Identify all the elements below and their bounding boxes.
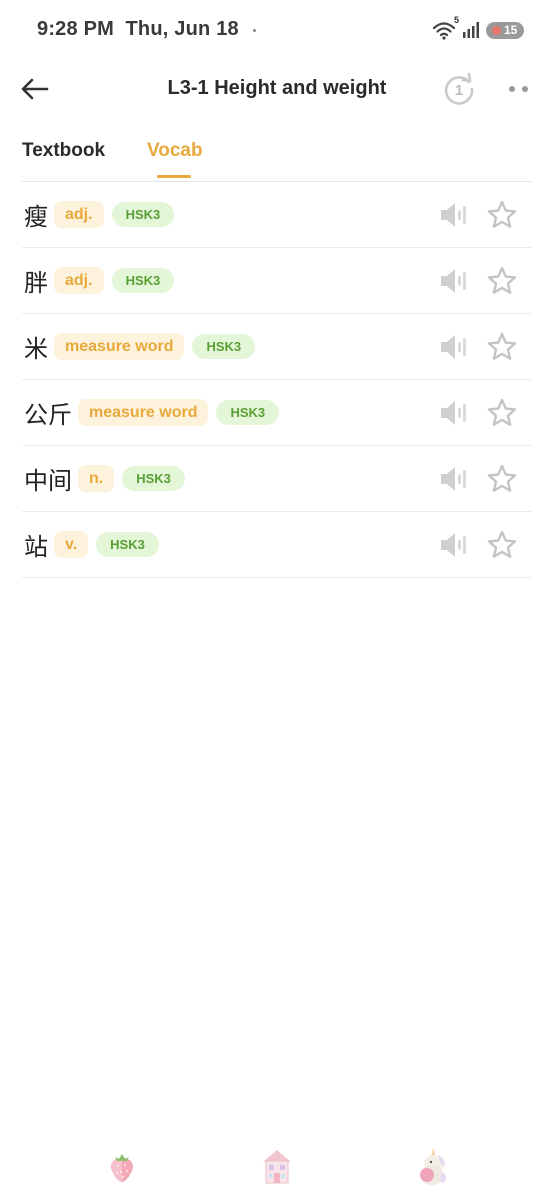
hsk-level-tag: HSK3	[192, 334, 256, 359]
vocab-row[interactable]: 瘦 adj. HSK3	[22, 182, 532, 248]
speaker-icon[interactable]	[438, 398, 472, 428]
vocab-row[interactable]: 胖 adj. HSK3	[22, 248, 532, 314]
battery-indicator: 15	[486, 21, 524, 39]
speaker-icon[interactable]	[438, 266, 472, 296]
wifi-badge: 5	[453, 15, 459, 25]
battery-saver-icon	[492, 25, 501, 35]
tab-bar: Textbook Vocab	[22, 126, 532, 182]
nav-dollhouse[interactable]	[257, 1144, 297, 1188]
replay-button[interactable]: 1	[442, 72, 476, 106]
more-dot	[521, 86, 528, 92]
part-of-speech-tag: measure word	[78, 399, 209, 426]
signal-icon	[463, 22, 479, 38]
vocab-word: 胖	[24, 269, 48, 297]
vocab-row[interactable]: 中间 n. HSK3	[22, 446, 532, 512]
tab-textbook[interactable]: Textbook	[22, 140, 105, 162]
vocab-row[interactable]: 站 v. HSK3	[22, 512, 532, 578]
vocab-word: 瘦	[24, 203, 48, 231]
notification-dot	[253, 29, 256, 32]
status-time: 9:28 PM Thu, Jun 18	[37, 18, 239, 41]
tab-vocab[interactable]: Vocab	[147, 140, 203, 162]
star-icon[interactable]	[486, 199, 518, 231]
vocab-list: 瘦 adj. HSK3 胖 adj. HSK3 米 measure word H…	[22, 182, 532, 578]
hsk-level-tag: HSK3	[111, 268, 175, 293]
hsk-level-tag: HSK3	[216, 400, 280, 425]
more-button[interactable]	[500, 78, 536, 100]
replay-count: 1	[455, 82, 463, 99]
star-icon[interactable]	[486, 265, 518, 297]
status-icons: 5 15	[432, 15, 524, 41]
bottom-nav	[0, 1138, 554, 1200]
replay-icon: 1	[444, 72, 474, 105]
hsk-level-tag: HSK3	[96, 532, 159, 557]
part-of-speech-tag: adj.	[54, 267, 104, 294]
speaker-icon[interactable]	[438, 200, 472, 230]
dollhouse-icon	[263, 1150, 291, 1184]
part-of-speech-tag: measure word	[54, 333, 185, 360]
vocab-row[interactable]: 米 measure word HSK3	[22, 314, 532, 380]
vocab-word: 公斤	[24, 401, 72, 429]
status-time-clock: 9:28 PM	[37, 18, 114, 40]
nav-unicorn[interactable]	[412, 1144, 452, 1188]
speaker-icon[interactable]	[438, 464, 472, 494]
hsk-level-tag: HSK3	[122, 466, 185, 491]
star-icon[interactable]	[486, 463, 518, 495]
vocab-row[interactable]: 公斤 measure word HSK3	[22, 380, 532, 446]
unicorn-icon	[420, 1148, 446, 1185]
vocab-word: 站	[24, 533, 48, 561]
part-of-speech-tag: adj.	[54, 201, 104, 228]
top-bar: L3-1 Height and weight 1	[0, 60, 554, 118]
nav-strawberry[interactable]	[102, 1144, 142, 1188]
vocab-word: 中间	[24, 467, 72, 495]
part-of-speech-tag: n.	[78, 465, 115, 492]
strawberry-icon	[111, 1154, 133, 1182]
part-of-speech-tag: v.	[54, 531, 89, 558]
speaker-icon[interactable]	[438, 530, 472, 560]
vocab-word: 米	[24, 335, 48, 363]
battery-level: 15	[504, 23, 518, 37]
speaker-icon[interactable]	[438, 332, 472, 362]
active-tab-indicator	[157, 175, 191, 178]
more-dot	[508, 86, 515, 92]
status-date: Thu, Jun 18	[125, 18, 239, 40]
hsk-level-tag: HSK3	[111, 202, 175, 227]
star-icon[interactable]	[486, 529, 518, 561]
wifi-icon: 5	[432, 15, 459, 40]
star-icon[interactable]	[486, 397, 518, 429]
star-icon[interactable]	[486, 331, 518, 363]
status-bar: 9:28 PM Thu, Jun 18 5 15	[0, 0, 554, 60]
